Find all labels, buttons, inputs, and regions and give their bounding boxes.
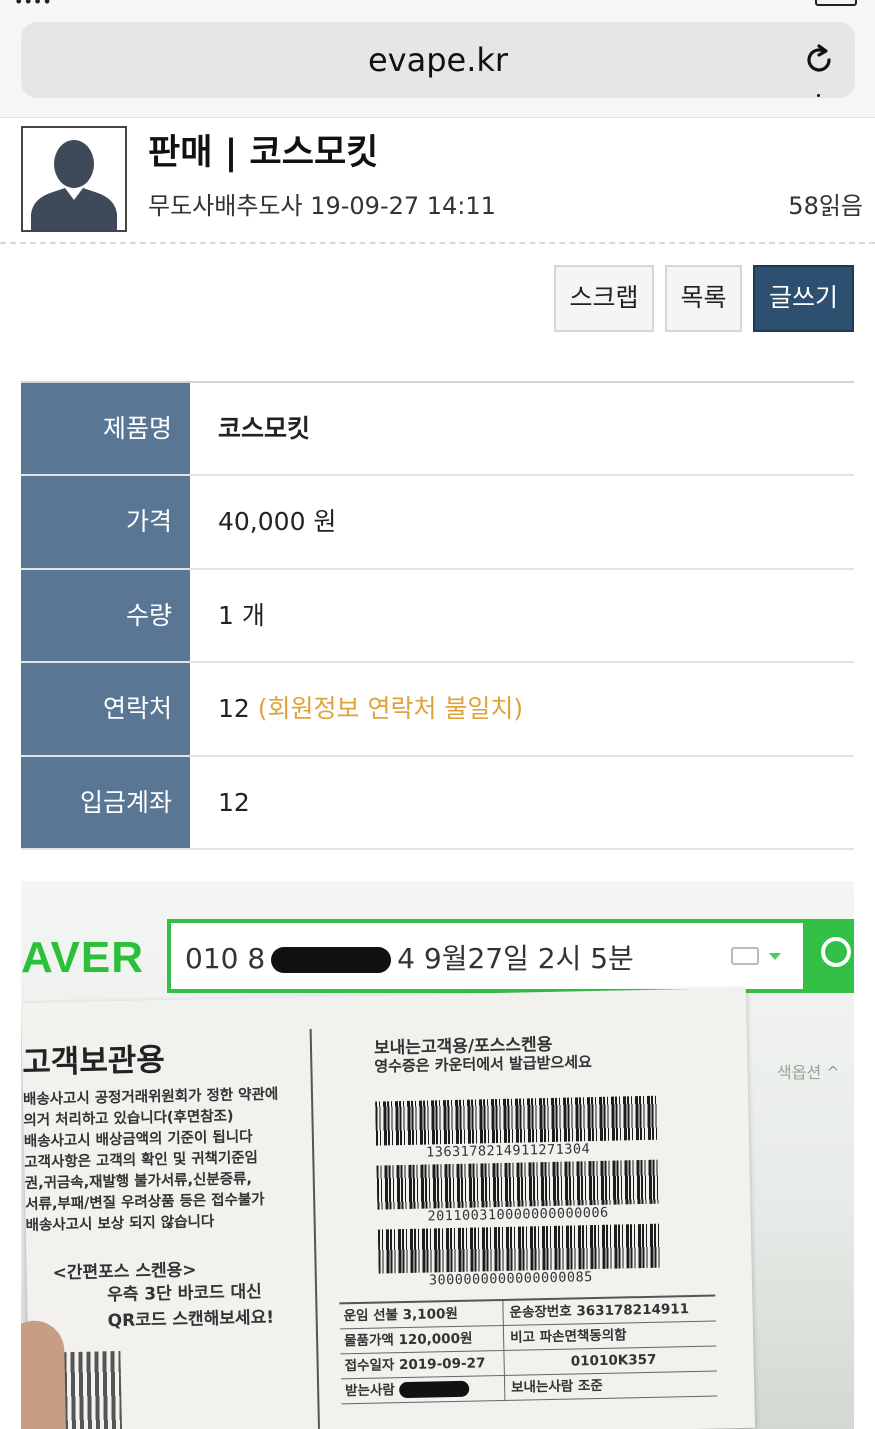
table-row: 연락처 12 (회원정보 연락처 불일치): [21, 663, 854, 757]
post-datetime: 19-09-27 14:11: [310, 192, 496, 220]
post-author[interactable]: 무도사배추도사: [148, 192, 303, 220]
search-engine-logo: AVER: [21, 933, 144, 982]
account-value: 12: [218, 787, 250, 817]
barcode: [377, 1223, 661, 1274]
keyboard-icon: [731, 947, 759, 965]
receipt-cell: 운임 선불 3,100원: [339, 1300, 504, 1329]
scan-line: QR코드 스캔해보세요!: [107, 1307, 275, 1332]
receipt-cell: 받는사람: [340, 1375, 506, 1404]
battery-icon: [815, 0, 857, 6]
finger: [21, 1320, 67, 1429]
avatar: [21, 126, 127, 232]
contact-mismatch-note: (회원정보 연락처 불일치): [257, 694, 524, 724]
post-title: 판매 | 코스모킷: [148, 133, 379, 173]
attached-photo[interactable]: AVER 010 8 4 9월27일 2시 5분 색옵션 ^ 고객보관용 배송사고…: [21, 881, 854, 1429]
scrap-button[interactable]: 스크랩: [554, 265, 654, 332]
table-row: 가격 40,000 원: [21, 476, 854, 570]
table-row: 제품명 코스모킷: [21, 383, 854, 477]
search-prefix: 010 8: [185, 942, 266, 975]
shipping-receipt: 고객보관용 배송사고시 공정거래위원회가 정한 약관에 의거 처리하고 있습니다…: [21, 987, 756, 1429]
barcode-number: 201100310000000000006: [427, 1204, 609, 1225]
receipt-grid: 운임 선불 3,100원 운송장번호 363178214911 물품가액 120…: [339, 1294, 718, 1405]
dropdown-arrow-icon: [769, 953, 781, 960]
quantity-value: 1 개: [218, 600, 265, 630]
receipt-cell: 비고 파손면책동의함: [509, 1327, 627, 1346]
barcode: [376, 1159, 660, 1210]
barcode-number: 1363178214911271304: [426, 1141, 591, 1161]
row-label: 제품명: [21, 383, 190, 475]
table-row: 수량 1 개: [21, 569, 854, 664]
photo-search-box: 010 8 4 9월27일 2시 5분: [167, 919, 807, 993]
receipt-heading: 고객보관용: [21, 1042, 166, 1081]
reload-icon[interactable]: [801, 42, 837, 97]
write-button[interactable]: 글쓰기: [753, 265, 854, 332]
contact-value: 12: [218, 694, 250, 724]
search-icon: [807, 919, 854, 993]
barcode: [375, 1095, 659, 1146]
browser-toolbar: •••• evape.kr: [0, 0, 875, 118]
product-name-value: 코스모킷: [218, 414, 311, 443]
row-label: 가격: [21, 476, 190, 568]
signal-icon: ••••: [14, 0, 52, 10]
qr-code: [62, 1350, 123, 1429]
photo-search-text: 010 8 4 9월27일 2시 5분: [185, 937, 634, 977]
contact-value-cell: 12 (회원정보 연락처 불일치): [190, 663, 854, 754]
receipt-customer-section: 고객보관용 배송사고시 공정거래위원회가 정한 약관에 의거 처리하고 있습니다…: [21, 1028, 320, 1429]
receipt-cell: 01010K357: [570, 1351, 657, 1370]
view-count: 58읽음: [788, 192, 863, 220]
list-button[interactable]: 목록: [665, 265, 742, 332]
row-label: 수량: [21, 569, 190, 662]
table-row: 입금계좌 12: [21, 756, 854, 850]
product-info-table: 제품명 코스모킷 가격 40,000 원 수량 1 개 연락처 12 (회원정보…: [21, 381, 854, 850]
redaction-mark: [399, 1380, 470, 1399]
row-label: 입금계좌: [21, 756, 190, 848]
photo-side-text: 색옵션 ^: [777, 1063, 840, 1082]
receipt-right-subheading: 영수증은 카운터에서 발급받으세요: [374, 1053, 593, 1076]
barcode-number: 3000000000000000085: [428, 1269, 593, 1289]
receipt-cell: 운송장번호 363178214911: [509, 1301, 690, 1321]
receipt-cell: 물품가액 120,000원: [339, 1325, 505, 1354]
price-value: 40,000 원: [218, 507, 337, 537]
post-meta: 무도사배추도사 19-09-27 14:11: [148, 186, 496, 221]
receipt-cell: 보내는사람 조준: [510, 1377, 603, 1396]
receipt-sender-section: 보내는고객용/포스스켄용 영수증은 카운터에서 발급받으세요 136317821…: [313, 995, 722, 1423]
search-suffix: 4 9월27일 2시 5분: [397, 942, 634, 975]
redaction-mark: [271, 947, 392, 973]
user-silhouette-icon: [31, 140, 117, 230]
row-label: 연락처: [21, 663, 190, 755]
address-bar[interactable]: evape.kr: [21, 22, 855, 98]
receiver-label: 받는사람: [345, 1382, 396, 1400]
url-text[interactable]: evape.kr: [21, 22, 855, 98]
receipt-cell: 접수일자 2019-09-27: [340, 1350, 505, 1379]
status-bar: ••••: [0, 0, 875, 10]
post-header: 판매 | 코스모킷 무도사배추도사 19-09-27 14:11 58읽음: [0, 118, 875, 244]
